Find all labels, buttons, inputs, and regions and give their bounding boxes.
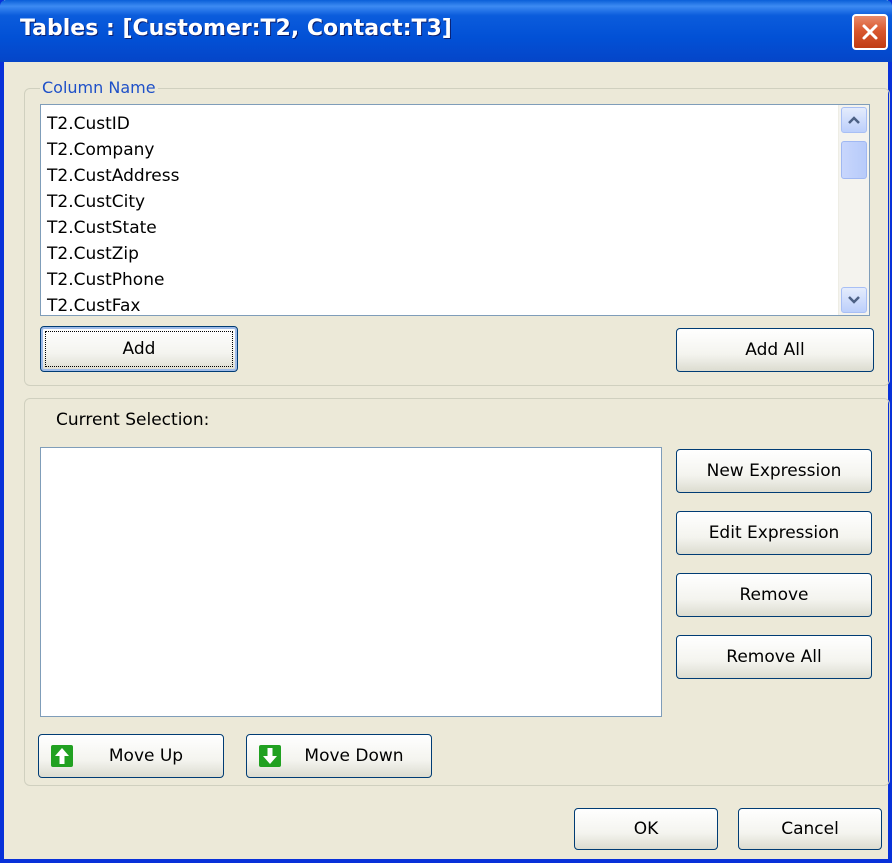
- column-name-legend: Column Name: [40, 78, 158, 97]
- remove-all-button[interactable]: Remove All: [676, 635, 872, 679]
- move-up-label: Move Up: [108, 746, 184, 766]
- chevron-down-icon: [848, 296, 860, 304]
- move-down-button[interactable]: Move Down: [246, 734, 432, 778]
- move-up-button[interactable]: Move Up: [38, 734, 224, 778]
- list-item[interactable]: T2.CustFax: [47, 293, 179, 315]
- ok-label: OK: [633, 819, 659, 839]
- scroll-thumb[interactable]: [841, 141, 867, 179]
- list-item[interactable]: T2.CustAddress: [47, 163, 179, 189]
- remove-all-label: Remove All: [726, 647, 822, 667]
- vertical-scrollbar[interactable]: [838, 105, 869, 315]
- move-down-label: Move Down: [304, 746, 404, 766]
- current-selection-label: Current Selection:: [56, 410, 210, 430]
- chevron-up-icon: [848, 116, 860, 124]
- cancel-button[interactable]: Cancel: [738, 808, 882, 850]
- current-selection-list[interactable]: [40, 447, 662, 717]
- list-item[interactable]: T2.CustPhone: [47, 267, 179, 293]
- list-item[interactable]: T2.Company: [47, 137, 179, 163]
- add-all-button[interactable]: Add All: [676, 328, 874, 372]
- list-item[interactable]: T2.CustState: [47, 215, 179, 241]
- cancel-label: Cancel: [781, 819, 839, 839]
- remove-button[interactable]: Remove: [676, 573, 872, 617]
- edit-expression-button[interactable]: Edit Expression: [676, 511, 872, 555]
- arrow-up-icon: [51, 745, 73, 767]
- new-expression-button[interactable]: New Expression: [676, 449, 872, 493]
- scroll-up-button[interactable]: [841, 107, 867, 133]
- close-icon: [862, 24, 878, 40]
- close-button[interactable]: [852, 14, 888, 50]
- list-item[interactable]: T2.CustZip: [47, 241, 179, 267]
- edit-expression-label: Edit Expression: [708, 523, 840, 543]
- scroll-down-button[interactable]: [841, 287, 867, 313]
- list-item[interactable]: T2.CustCity: [47, 189, 179, 215]
- column-name-list[interactable]: T2.CustID T2.Company T2.CustAddress T2.Cust…: [40, 104, 870, 316]
- list-item[interactable]: T2.CustID: [47, 111, 179, 137]
- arrow-down-icon: [259, 745, 281, 767]
- title-bar[interactable]: Tables : [Customer:T2, Contact:T3]: [0, 0, 892, 62]
- add-all-button-label: Add All: [745, 340, 805, 360]
- ok-button[interactable]: OK: [574, 808, 718, 850]
- window-title: Tables : [Customer:T2, Contact:T3]: [20, 16, 452, 41]
- add-button[interactable]: Add: [40, 326, 238, 372]
- dialog-window: Tables : [Customer:T2, Contact:T3] Colum…: [0, 0, 892, 863]
- column-list-items: T2.CustID T2.Company T2.CustAddress T2.Cust…: [47, 111, 179, 315]
- new-expression-label: New Expression: [706, 461, 842, 481]
- remove-label: Remove: [739, 585, 809, 605]
- add-button-label: Add: [122, 339, 156, 359]
